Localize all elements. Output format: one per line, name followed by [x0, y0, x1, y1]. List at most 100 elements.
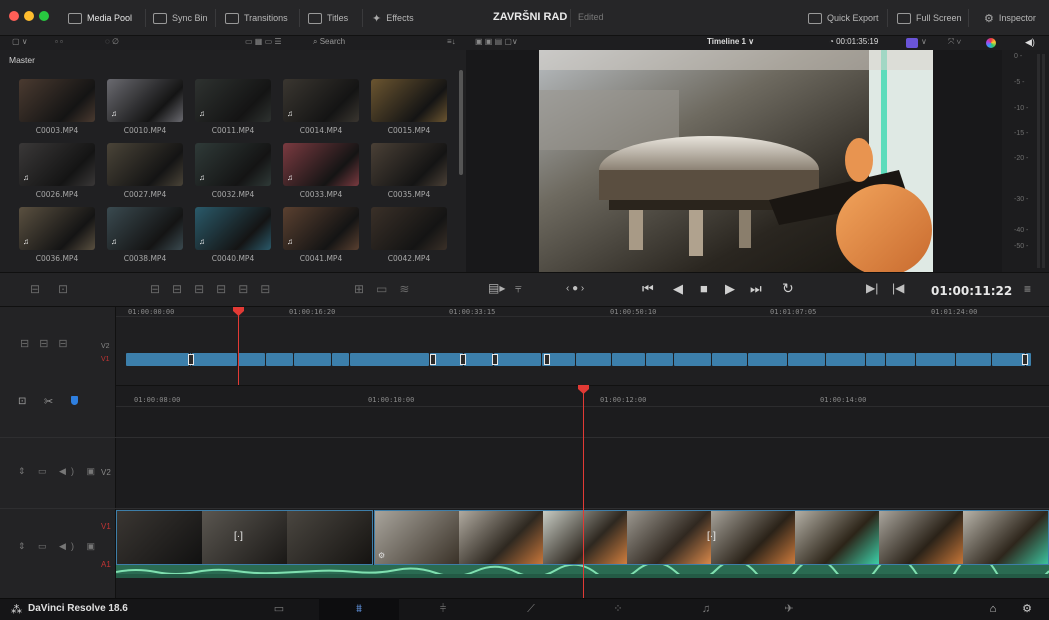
media-clip[interactable]: C0003.MP4 [19, 79, 95, 135]
home-icon[interactable]: ⌂ [982, 600, 1004, 618]
clip-view-icon[interactable]: ⊡ [18, 396, 26, 407]
flag-icon[interactable] [71, 396, 78, 405]
razor-icon[interactable]: ✂ [44, 395, 53, 408]
quick-export-button[interactable]: Quick Export [808, 10, 879, 26]
fairlight-page-icon[interactable]: ♫ [695, 600, 717, 618]
resolution-icon[interactable] [906, 38, 918, 48]
media-pool-scrollbar[interactable] [459, 70, 463, 175]
upper-clip-strip[interactable] [126, 353, 1032, 366]
upper-clip-segment[interactable] [646, 353, 673, 366]
upper-clip-marker[interactable] [492, 354, 498, 365]
upper-clip-segment[interactable] [126, 353, 189, 366]
trim-mode-icons[interactable]: ⊞▭≋ [354, 282, 421, 296]
effects-toggle[interactable]: ✦ Effects [372, 10, 414, 26]
stop-button[interactable]: ■ [700, 281, 708, 296]
media-clip[interactable]: C0015.MP4 [371, 79, 447, 135]
upper-clip-segment[interactable] [266, 353, 293, 366]
track-v1-controls[interactable]: ⇕ ▭ ◀) ▣ [18, 541, 100, 552]
media-clip[interactable]: ♫ C0014.MP4 [283, 79, 359, 135]
upper-clip-segment[interactable] [576, 353, 611, 366]
upper-clip-segment[interactable] [712, 353, 747, 366]
transitions-toggle[interactable]: Transitions [225, 10, 288, 26]
upper-clip-segment[interactable] [494, 353, 541, 366]
upper-clip-segment[interactable] [238, 353, 265, 366]
media-clip[interactable]: ♫ C0040.MP4 [195, 207, 271, 263]
fusion-page-icon[interactable]: ⟋ [520, 600, 542, 618]
media-clip[interactable]: ♫ C0036.MP4 [19, 207, 95, 263]
view-mode-icons[interactable]: ▭ ▦ ▭ ☰ [245, 37, 282, 48]
upper-clip-segment[interactable] [788, 353, 825, 366]
upper-clip-segment[interactable] [464, 353, 493, 366]
upper-clip-marker[interactable] [460, 354, 466, 365]
timeline-clip[interactable]: [·] [116, 510, 373, 565]
timeline-clip[interactable]: [·] ⚙ [374, 510, 1049, 565]
panel-toggle-icon[interactable]: ▢ ∨ [12, 37, 28, 48]
deliver-page-icon[interactable]: ✈ [778, 600, 800, 618]
upper-clip-segment[interactable] [886, 353, 915, 366]
minimize-window-button[interactable] [24, 11, 34, 21]
titles-toggle[interactable]: Titles [308, 10, 348, 26]
media-clip[interactable]: C0042.MP4 [371, 207, 447, 263]
upper-clip-marker[interactable] [188, 354, 194, 365]
edit-mode-icons[interactable]: ⊟⊟⊟⊟⊟⊟ [150, 282, 282, 296]
upper-clip-segment[interactable] [956, 353, 991, 366]
skip-to-end-button[interactable]: ⏭ [750, 281, 762, 297]
overwrite-clip-icon[interactable]: ⊡ [58, 282, 68, 296]
color-wheel-icon[interactable] [986, 38, 996, 48]
play-reverse-button[interactable]: ◀ [673, 281, 683, 297]
resolution-dropdown[interactable]: ∨ [921, 37, 927, 48]
inspector-toggle[interactable]: ⚙ Inspector [984, 10, 1036, 26]
upper-clip-marker[interactable] [1022, 354, 1028, 365]
media-clip[interactable]: C0027.MP4 [107, 143, 183, 199]
sort-icon[interactable]: ≡↓ [447, 37, 456, 48]
color-page-icon[interactable]: ⁘ [607, 600, 629, 618]
options-menu-icon[interactable]: ≡ [1024, 282, 1031, 296]
jog-control[interactable]: ‹ ● › [566, 283, 584, 294]
upper-timeline-tools[interactable]: ⊟⊟⊟ [20, 337, 78, 350]
insert-clip-icon[interactable]: ⊟ [30, 282, 40, 296]
upper-clip-segment[interactable] [192, 353, 237, 366]
list-options-icon[interactable]: ▫ ▫ [55, 37, 63, 48]
mark-out-button[interactable]: |◀ [892, 281, 904, 295]
viewer-frame[interactable] [539, 50, 933, 272]
link-icon[interactable]: ◌ ∅ [105, 37, 119, 48]
media-clip[interactable]: C0035.MP4 [371, 143, 447, 199]
upper-clip-segment[interactable] [674, 353, 711, 366]
upper-clip-segment[interactable] [748, 353, 787, 366]
settings-gear-icon[interactable]: ⚙ [1016, 600, 1038, 618]
upper-clip-segment[interactable] [612, 353, 645, 366]
sync-bin-toggle[interactable]: Sync Bin [153, 10, 208, 26]
upper-clip-segment[interactable] [916, 353, 955, 366]
upper-clip-segment[interactable] [992, 353, 1025, 366]
media-pool-toggle[interactable]: Media Pool [68, 10, 132, 26]
media-page-icon[interactable]: ▭ [268, 600, 290, 618]
search-field[interactable]: ⌕ Search [313, 37, 345, 48]
upper-clip-segment[interactable] [826, 353, 865, 366]
upper-clip-segment[interactable] [332, 353, 349, 366]
upper-playhead[interactable] [238, 312, 239, 385]
media-clip[interactable]: ♫ C0010.MP4 [107, 79, 183, 135]
upper-clip-segment[interactable] [866, 353, 885, 366]
media-clip[interactable]: ♫ C0041.MP4 [283, 207, 359, 263]
track-v2-controls[interactable]: ⇕ ▭ ◀) ▣ [18, 466, 100, 477]
edit-page-icon[interactable]: ⫩ [432, 600, 454, 618]
playback-options-icon[interactable]: ▤▸ [488, 281, 505, 295]
upper-clip-marker[interactable] [544, 354, 550, 365]
main-playhead[interactable] [583, 392, 584, 598]
timeline-selector[interactable]: Timeline 1 ∨ [707, 37, 754, 48]
media-clip[interactable]: ♫ C0032.MP4 [195, 143, 271, 199]
loop-button[interactable]: ↻ [782, 280, 794, 297]
upper-clip-segment[interactable] [294, 353, 331, 366]
media-clip[interactable]: ♫ C0033.MP4 [283, 143, 359, 199]
full-screen-button[interactable]: Full Screen [897, 10, 962, 26]
audio-options-icon[interactable]: ⫧ [515, 281, 522, 296]
upper-clip-segment[interactable] [350, 353, 429, 366]
upper-ruler[interactable] [116, 307, 1049, 317]
skip-to-start-button[interactable]: ⏮ [642, 281, 654, 297]
viewer-layout-icons[interactable]: ▣ ▣ ▤ ▢∨ [475, 37, 518, 48]
cut-page-icon[interactable]: ⩩ [348, 600, 370, 618]
upper-clip-marker[interactable] [430, 354, 436, 365]
mark-in-button[interactable]: ▶| [866, 281, 878, 295]
media-clip[interactable]: ♫ C0011.MP4 [195, 79, 271, 135]
volume-icon[interactable]: ◀) [1025, 37, 1035, 48]
